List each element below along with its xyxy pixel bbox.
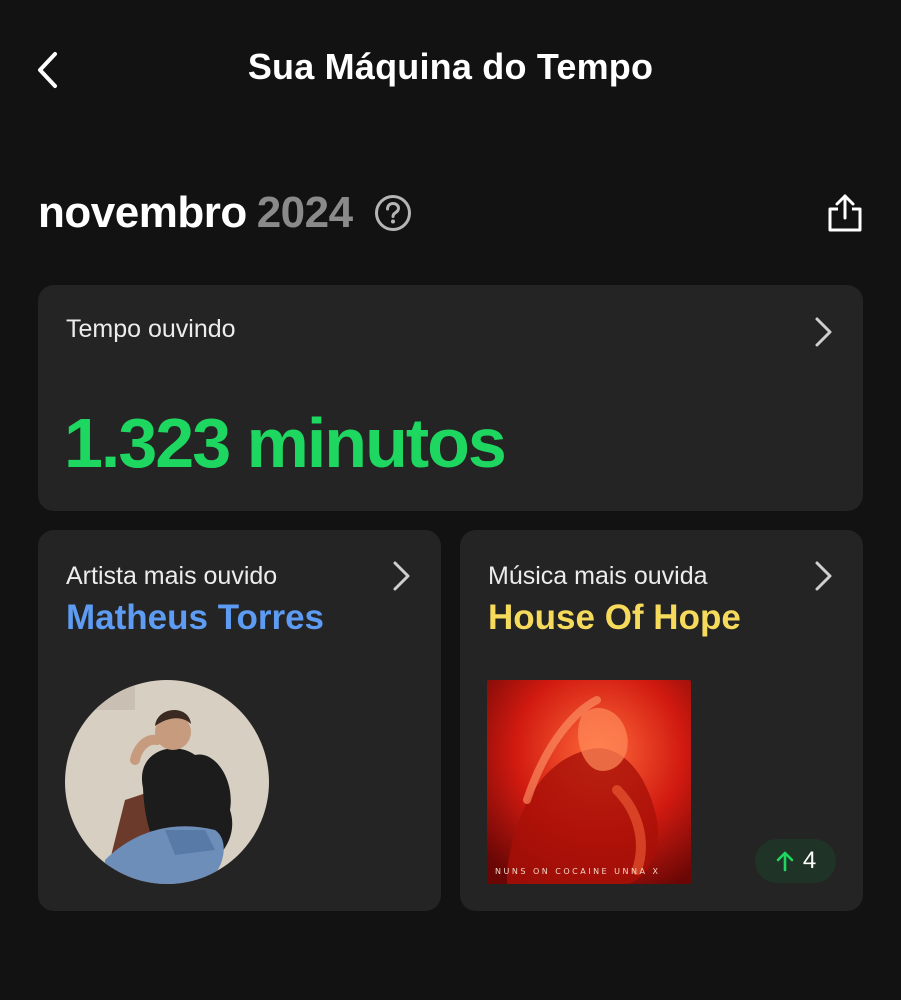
page-title: Sua Máquina do Tempo (247, 46, 654, 87)
chevron-right-icon (815, 317, 832, 347)
share-button[interactable] (822, 188, 868, 238)
top-song-label: Música mais ouvida (488, 562, 708, 590)
top-artist-label: Artista mais ouvido (66, 562, 278, 590)
listening-time-card[interactable]: Tempo ouvindo 1.323 minutos (38, 285, 863, 511)
top-song-name: House Of Hope (488, 598, 741, 637)
rank-change-badge: 4 (755, 839, 836, 883)
period-heading: novembro 2024 (38, 186, 413, 240)
listening-time-label: Tempo ouvindo (66, 315, 236, 343)
listening-minutes-value: 1.323 minutos (64, 404, 507, 482)
album-cover-text: NUNS ON COCAINE UNNA X (495, 867, 661, 876)
chevron-right-icon (393, 561, 410, 591)
chevron-right-icon (815, 561, 832, 591)
rank-change-value: 4 (802, 847, 817, 874)
album-cover: NUNS ON COCAINE UNNA X (487, 680, 691, 884)
help-button[interactable] (373, 193, 413, 233)
top-artist-card[interactable]: Artista mais ouvido Matheus Torres (38, 530, 441, 911)
help-icon (374, 195, 411, 231)
arrow-up-icon (776, 851, 794, 872)
top-artist-name: Matheus Torres (66, 598, 325, 637)
share-icon (828, 194, 862, 232)
top-song-card[interactable]: Música mais ouvida House Of Hope NUNS ON… (460, 530, 863, 911)
period-month: novembro (38, 188, 247, 237)
artist-photo (65, 680, 269, 884)
top-bar: Sua Máquina do Tempo (0, 0, 901, 140)
period-year: 2024 (256, 188, 353, 237)
